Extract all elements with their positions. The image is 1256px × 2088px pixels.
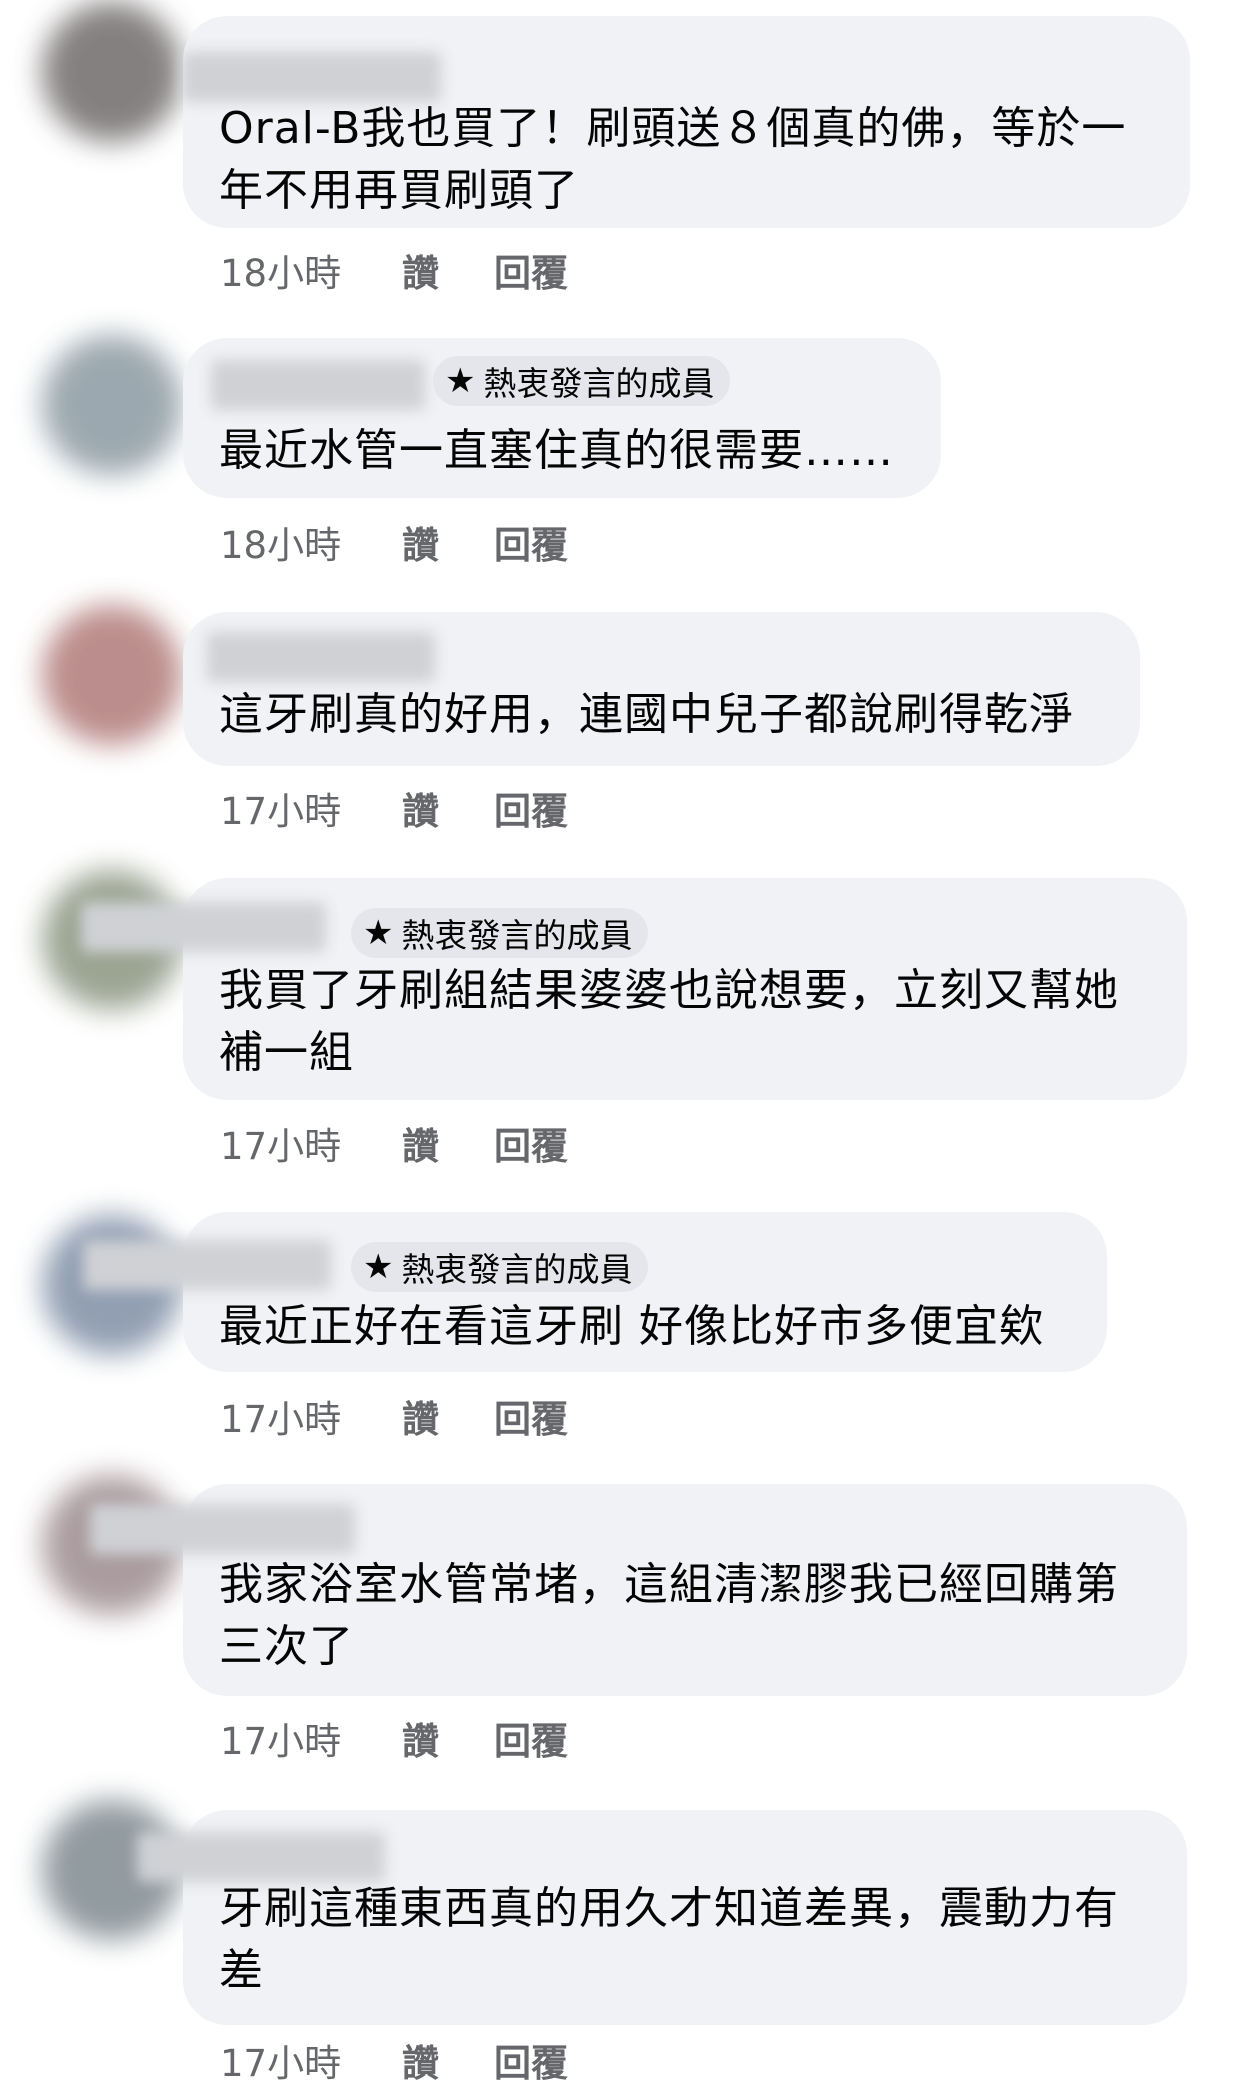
comment-actions: 18小時 讚 回覆 — [220, 242, 568, 298]
timestamp[interactable]: 17小時 — [220, 1389, 402, 1443]
comment-actions: 17小時 讚 回覆 — [220, 1115, 568, 1171]
timestamp[interactable]: 17小時 — [220, 1711, 402, 1765]
comment-bubble: 這牙刷真的好用，連國中兒子都說刷得乾淨 — [183, 612, 1140, 766]
like-button[interactable]: 讚 — [402, 2033, 494, 2087]
author-name[interactable] — [90, 1504, 355, 1554]
comment-bubble: ★ 熱衷發言的成員 最近水管一直塞住真的很需要…… — [183, 338, 941, 498]
member-badge: ★ 熱衷發言的成員 — [351, 908, 649, 958]
badge-label: 熱衷發言的成員 — [483, 364, 715, 403]
comment-actions: 18小時 讚 回覆 — [220, 514, 568, 570]
reply-button[interactable]: 回覆 — [494, 1389, 568, 1443]
comment-bubble: 牙刷這種東西真的用久才知道差異，震動力有差 — [137, 1810, 1187, 2025]
comment-actions: 17小時 讚 回覆 — [220, 2032, 568, 2088]
reply-button[interactable]: 回覆 — [494, 515, 568, 569]
badge-label: 熱衷發言的成員 — [401, 916, 633, 955]
timestamp[interactable]: 18小時 — [220, 515, 402, 569]
comment-text: 最近水管一直塞住真的很需要…… — [219, 425, 894, 476]
avatar[interactable] — [42, 605, 182, 745]
badge-label: 熱衷發言的成員 — [401, 1250, 633, 1289]
timestamp[interactable]: 18小時 — [220, 243, 402, 297]
like-button[interactable]: 讚 — [402, 1116, 494, 1170]
star-icon: ★ — [363, 1247, 394, 1287]
author-name[interactable] — [211, 360, 425, 410]
star-icon: ★ — [363, 913, 394, 953]
reply-button[interactable]: 回覆 — [494, 2033, 568, 2087]
like-button[interactable]: 讚 — [402, 1711, 494, 1765]
like-button[interactable]: 讚 — [402, 515, 494, 569]
reply-button[interactable]: 回覆 — [494, 1116, 568, 1170]
reply-button[interactable]: 回覆 — [494, 1711, 568, 1765]
like-button[interactable]: 讚 — [402, 781, 494, 835]
like-button[interactable]: 讚 — [402, 1389, 494, 1443]
author-name[interactable] — [83, 1240, 331, 1290]
avatar[interactable] — [42, 2, 182, 142]
comment-actions: 17小時 讚 回覆 — [220, 1710, 568, 1766]
comment-bubble: ★ 熱衷發言的成員 最近正好在看這牙刷 好像比好市多便宜欸 — [83, 1212, 1107, 1372]
author-name[interactable] — [181, 52, 441, 102]
member-badge: ★ 熱衷發言的成員 — [433, 356, 731, 406]
timestamp[interactable]: 17小時 — [220, 2033, 402, 2087]
author-name[interactable] — [137, 1832, 385, 1882]
comment-text: Oral-B我也買了！刷頭送８個真的佛，等於一年不用再買刷頭了 — [219, 103, 1127, 216]
comment-bubble: Oral-B我也買了！刷頭送８個真的佛，等於一年不用再買刷頭了 — [181, 16, 1190, 228]
comment-bubble: ★ 熱衷發言的成員 我買了牙刷組結果婆婆也說想要，立刻又幫她補一組 — [81, 878, 1187, 1100]
author-name[interactable] — [81, 902, 326, 952]
comment-text: 我家浴室水管常堵，這組清潔膠我已經回購第三次了 — [219, 1559, 1119, 1672]
author-name[interactable] — [207, 632, 435, 682]
comment-text: 這牙刷真的好用，連國中兒子都說刷得乾淨 — [219, 689, 1074, 740]
comment-text: 牙刷這種東西真的用久才知道差異，震動力有差 — [219, 1883, 1119, 1996]
comment-actions: 17小時 讚 回覆 — [220, 1388, 568, 1444]
timestamp[interactable]: 17小時 — [220, 781, 402, 835]
comment-bubble: 我家浴室水管常堵，這組清潔膠我已經回購第三次了 — [90, 1484, 1187, 1696]
timestamp[interactable]: 17小時 — [220, 1116, 402, 1170]
comment-actions: 17小時 讚 回覆 — [220, 780, 568, 836]
reply-button[interactable]: 回覆 — [494, 243, 568, 297]
member-badge: ★ 熱衷發言的成員 — [351, 1242, 649, 1292]
star-icon: ★ — [445, 361, 476, 401]
like-button[interactable]: 讚 — [402, 243, 494, 297]
comment-text: 最近正好在看這牙刷 好像比好市多便宜欸 — [219, 1301, 1044, 1352]
comment-text: 我買了牙刷組結果婆婆也說想要，立刻又幫她補一組 — [219, 965, 1119, 1078]
avatar[interactable] — [42, 335, 182, 475]
reply-button[interactable]: 回覆 — [494, 781, 568, 835]
